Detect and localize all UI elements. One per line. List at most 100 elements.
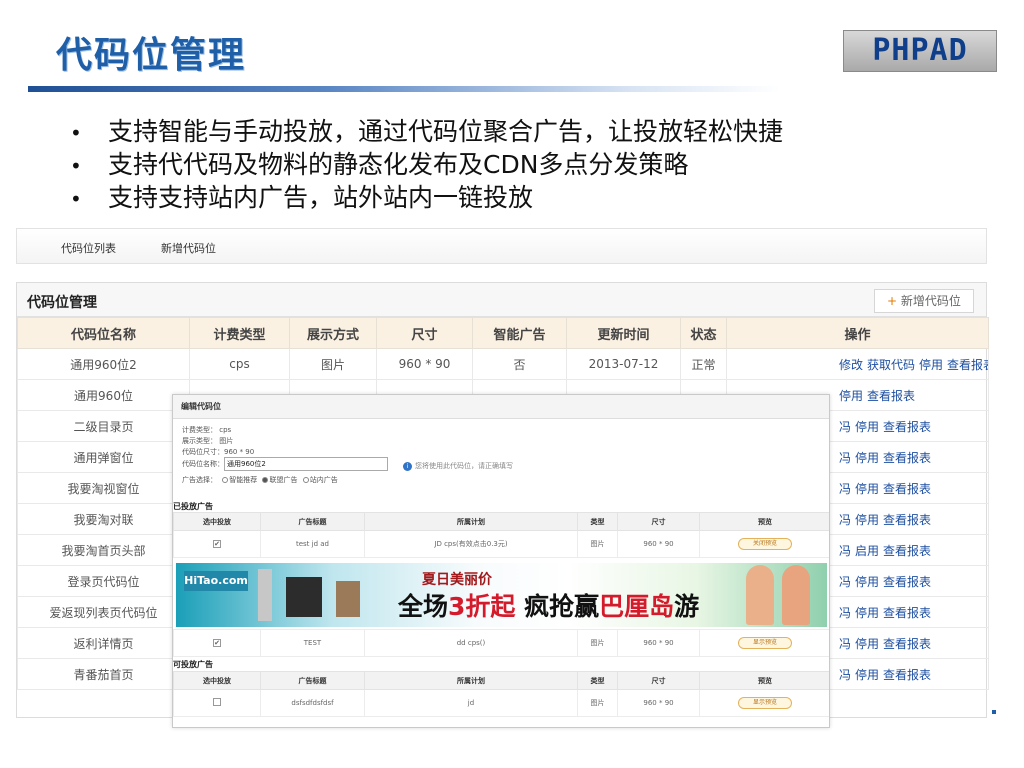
radio-smart-label: 智能推荐 (229, 476, 258, 484)
model-figure-icon (782, 565, 810, 625)
clipped-link[interactable]: 冯 (839, 606, 851, 620)
cell-name: 通用弹窗位 (17, 441, 190, 473)
report-link[interactable]: 查看报表 (883, 637, 931, 651)
sub-col-plan: 所属计划 (364, 671, 578, 690)
sub-col-title: 广告标题 (260, 671, 365, 690)
col-billing: 计费类型 (189, 317, 290, 349)
panel-header: 代码位管理 + 新增代码位 (17, 283, 986, 317)
placed-section-label: 已投放广告 (173, 502, 213, 511)
clipped-link[interactable]: 冯 (839, 420, 851, 434)
size-label: 代码位尺寸： (182, 448, 224, 456)
radio-onsite[interactable] (302, 477, 309, 483)
billing-row: 计费类型： cps (182, 425, 231, 435)
report-link[interactable]: 查看报表 (883, 544, 931, 558)
radio-union-label: 联盟广告 (269, 476, 298, 484)
add-ad-slot-button[interactable]: + 新增代码位 (874, 289, 974, 313)
edit-link[interactable]: 修改 (839, 358, 863, 372)
cell-name: 我要淘视窗位 (17, 472, 190, 504)
ad-preview-banner: HiTao.com 夏日美丽价 全场3折起 疯抢赢巴厘岛游 (176, 563, 827, 627)
select-checkbox[interactable]: ✔ (213, 639, 221, 647)
report-link[interactable]: 查看报表 (883, 606, 931, 620)
sub-col-preview: 预览 (699, 671, 829, 690)
enable-link[interactable]: 启用 (855, 544, 879, 558)
clipped-link[interactable]: 冯 (839, 668, 851, 682)
clipped-link[interactable]: 冯 (839, 544, 851, 558)
hint-text: 您将使用此代码位，请正确填写 (415, 462, 513, 470)
cell-name: 通用960位 (17, 379, 190, 411)
cell-name: 二级目录页 (17, 410, 190, 442)
nav-add-ad-slot[interactable]: 新增代码位 (161, 240, 216, 256)
headline-a: 全场 (398, 592, 449, 621)
table-row: ✔ test jd ad JD cps(有效点击0.3元) 图片 960 * 9… (173, 530, 829, 558)
show-preview-button[interactable]: 显示预览 (738, 697, 792, 709)
get-code-link[interactable]: 获取代码 (867, 358, 915, 372)
disable-link[interactable]: 停用 (855, 575, 879, 589)
radio-smart[interactable] (222, 477, 229, 483)
cell-size: 960 * 90 (376, 348, 473, 380)
ad-size: 960 * 90 (617, 530, 700, 558)
slide-corner-dot (992, 710, 996, 714)
dialog-title: 编辑代码位 (173, 395, 829, 419)
col-ops: 操作 (726, 317, 989, 349)
disable-link[interactable]: 停用 (855, 513, 879, 527)
nav-ad-slot-list[interactable]: 代码位列表 (61, 240, 116, 256)
disable-link[interactable]: 停用 (839, 389, 863, 403)
hitao-logo: HiTao.com (184, 571, 248, 591)
col-display: 展示方式 (289, 317, 377, 349)
disable-link[interactable]: 停用 (855, 637, 879, 651)
disable-link[interactable]: 停用 (855, 451, 879, 465)
cell-name: 通用960位2 (17, 348, 190, 380)
disable-link[interactable]: 停用 (855, 668, 879, 682)
sub-col-plan: 所属计划 (364, 512, 578, 531)
show-preview-button[interactable]: 显示预览 (738, 637, 792, 649)
clipped-link[interactable]: 冯 (839, 637, 851, 651)
disable-link[interactable]: 停用 (919, 358, 943, 372)
feature-bullets: • 支持智能与手动投放，通过代码位聚合广告，让投放轻松快捷 • 支持代代码及物料的静… (70, 116, 970, 215)
sub-col-size: 尺寸 (617, 671, 700, 690)
sub-col-size: 尺寸 (617, 512, 700, 531)
title-rule (28, 86, 780, 92)
model-figure-icon (746, 565, 774, 625)
col-size: 尺寸 (376, 317, 473, 349)
size-value: 960 * 90 (224, 448, 255, 456)
bullet-text: 支持代代码及物料的静态化发布及CDN多点分发策略 (108, 150, 689, 179)
placed-ads-table-cont: ✔ TEST dd cps() 图片 960 * 90 显示预览 (173, 629, 829, 657)
clipped-link[interactable]: 冯 (839, 482, 851, 496)
report-link[interactable]: 查看报表 (883, 451, 931, 465)
panel-title: 代码位管理 (27, 295, 97, 311)
clipped-link[interactable]: 冯 (839, 575, 851, 589)
close-preview-button[interactable]: 关闭预览 (738, 538, 792, 550)
clipped-link[interactable]: 冯 (839, 451, 851, 465)
bullet-item: • 支持支持站内广告，站外站内一链投放 (70, 182, 970, 215)
ad-type: 图片 (577, 530, 618, 558)
ad-type: 图片 (577, 689, 618, 717)
col-updated: 更新时间 (566, 317, 681, 349)
banner-headline: 全场3折起 疯抢赢巴厘岛游 (398, 587, 699, 623)
disable-link[interactable]: 停用 (855, 482, 879, 496)
report-link[interactable]: 查看报表 (883, 668, 931, 682)
disable-link[interactable]: 停用 (855, 606, 879, 620)
radio-union[interactable] (262, 477, 269, 483)
ad-plan: dd cps() (364, 629, 578, 657)
cell-display: 图片 (289, 348, 377, 380)
report-link[interactable]: 查看报表 (883, 575, 931, 589)
bullet-text: 支持智能与手动投放，通过代码位聚合广告，让投放轻松快捷 (108, 117, 784, 146)
report-link[interactable]: 查看报表 (947, 358, 987, 372)
select-checkbox[interactable] (213, 698, 221, 706)
select-checkbox[interactable]: ✔ (213, 540, 221, 548)
report-link[interactable]: 查看报表 (883, 420, 931, 434)
slot-name-input[interactable]: 通用960位2 (224, 457, 388, 471)
report-link[interactable]: 查看报表 (883, 482, 931, 496)
edit-ad-slot-dialog: 编辑代码位 计费类型： cps 展示类型： 图片 代码位尺寸：960 * 90 … (172, 394, 830, 728)
radio-onsite-label: 站内广告 (309, 476, 338, 484)
report-link[interactable]: 查看报表 (867, 389, 915, 403)
report-link[interactable]: 查看报表 (883, 513, 931, 527)
clipped-link[interactable]: 冯 (839, 513, 851, 527)
sub-header-row: 选中投放 广告标题 所属计划 类型 尺寸 预览 (173, 671, 829, 690)
headline-e: 游 (674, 592, 700, 621)
display-label: 展示类型： (182, 437, 217, 445)
disable-link[interactable]: 停用 (855, 420, 879, 434)
info-icon: i (403, 462, 412, 471)
name-label: 代码位名称： (182, 460, 224, 468)
headline-c: 疯抢赢 (515, 592, 600, 621)
